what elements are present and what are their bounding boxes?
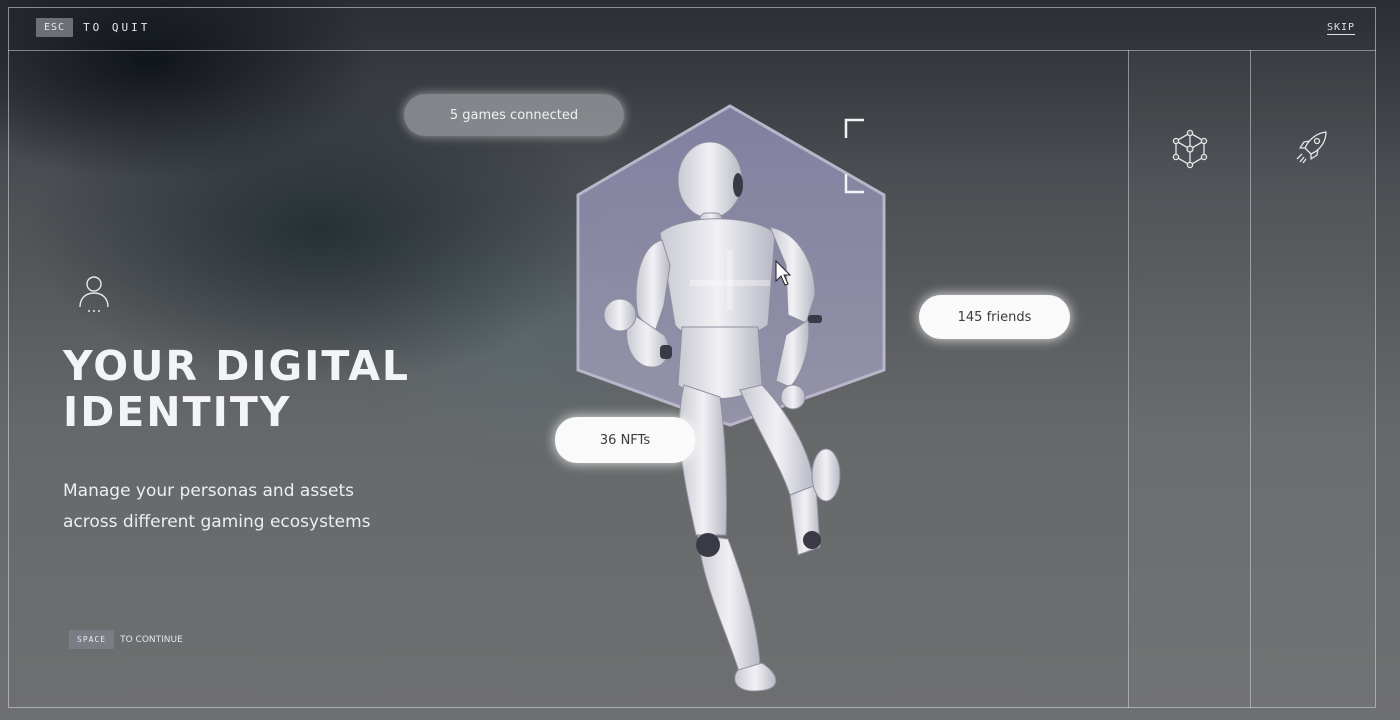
space-key[interactable]: SPACE	[69, 630, 115, 649]
panel-divider-left	[1128, 50, 1129, 708]
rocket-icon[interactable]	[1290, 125, 1334, 169]
games-connected-badge[interactable]: 5 games connected	[404, 94, 624, 136]
quit-hint-label: TO QUIT	[83, 21, 151, 34]
skip-button[interactable]: SKIP	[1327, 22, 1356, 35]
page-title: YOUR DIGITAL IDENTITY	[63, 343, 463, 435]
friends-badge[interactable]: 145 friends	[919, 295, 1070, 339]
user-profile-icon	[76, 274, 112, 314]
network-cube-icon[interactable]	[1168, 127, 1212, 171]
esc-key[interactable]: ESC	[36, 18, 74, 37]
header-divider	[8, 50, 1376, 51]
quit-hint: ESC TO QUIT	[36, 18, 150, 37]
panel-divider-right	[1250, 50, 1251, 708]
title-line-1: YOUR DIGITAL	[63, 342, 411, 390]
subtitle-line-1: Manage your personas and assets	[63, 481, 355, 501]
subtitle-line-2: across different gaming ecosystems	[63, 512, 371, 532]
subtitle: Manage your personas and assets across d…	[63, 476, 443, 538]
nfts-label: 36 NFTs	[599, 432, 651, 448]
title-line-2: IDENTITY	[63, 388, 292, 436]
mouse-cursor-icon	[775, 260, 791, 286]
games-connected-label: 5 games connected	[449, 107, 579, 123]
continue-hint-label: TO CONTINUE	[120, 634, 183, 645]
continue-hint: SPACE TO CONTINUE	[69, 630, 183, 649]
friends-label: 145 friends	[957, 309, 1032, 325]
nfts-badge[interactable]: 36 NFTs	[555, 417, 695, 463]
